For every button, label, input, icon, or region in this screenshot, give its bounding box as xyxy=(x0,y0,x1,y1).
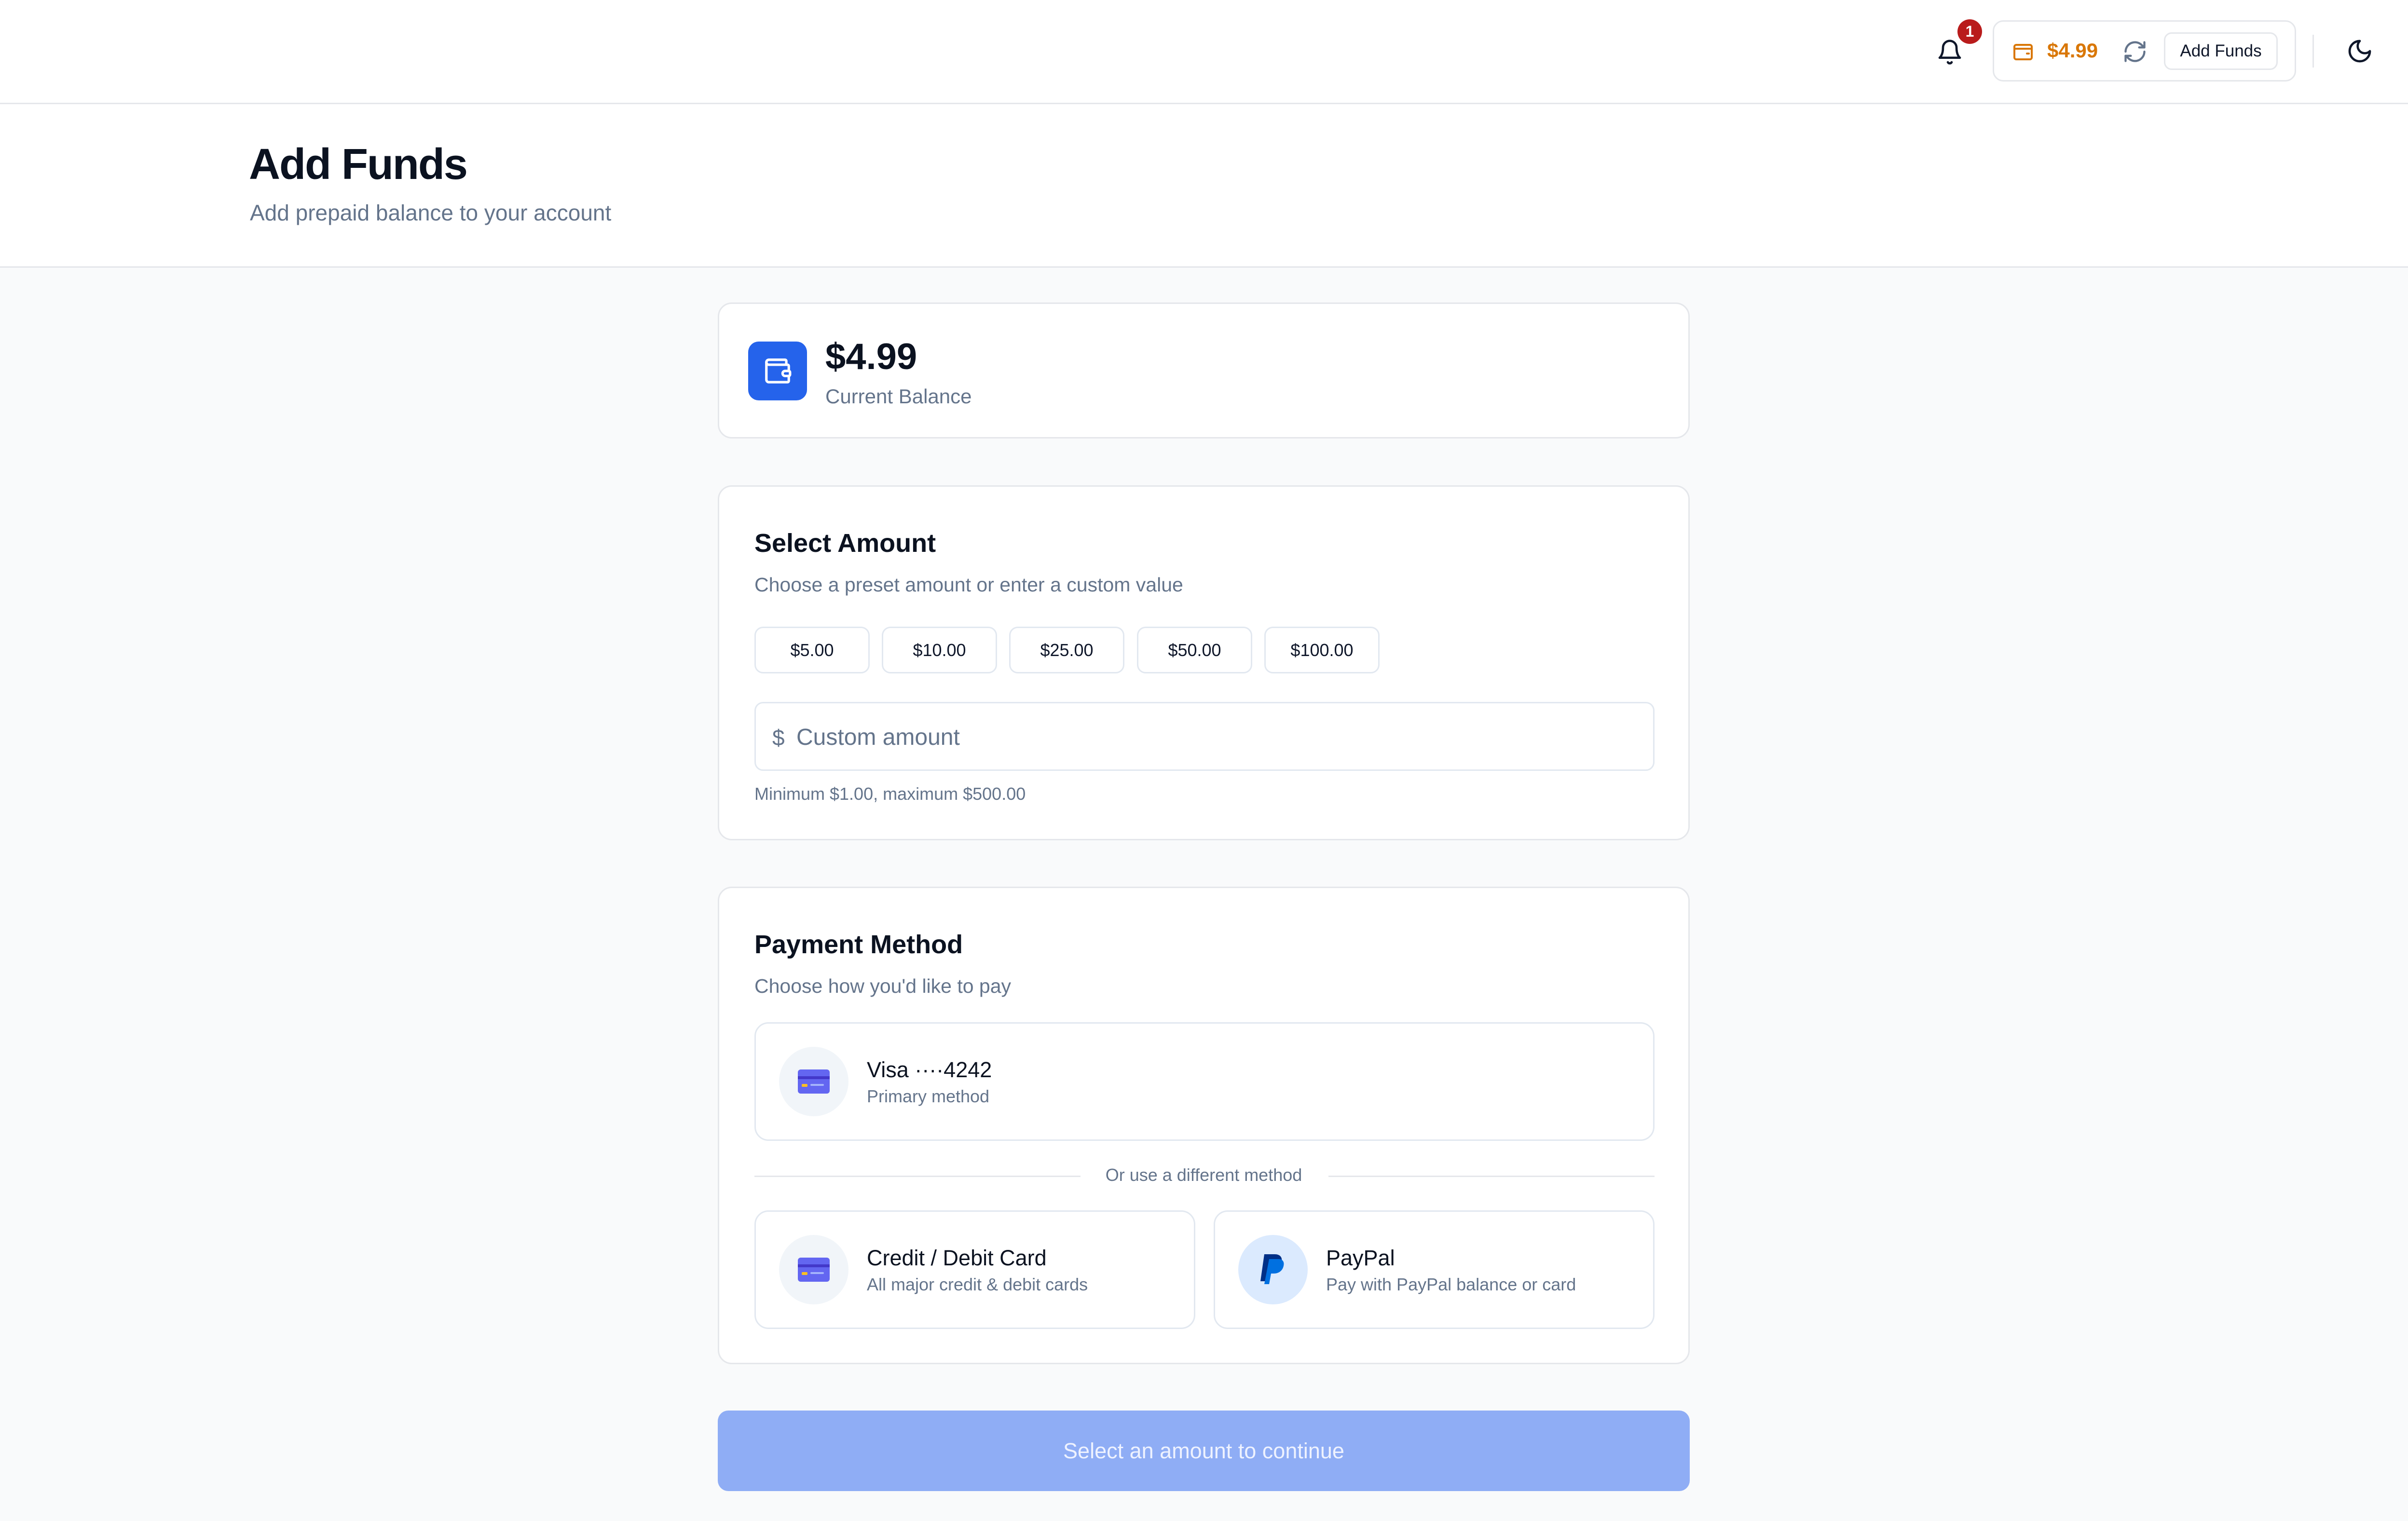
current-balance-label: Current Balance xyxy=(825,385,972,408)
topbar-add-funds-button[interactable]: Add Funds xyxy=(2164,32,2278,70)
saved-method-title: Visa ····4242 xyxy=(867,1057,992,1082)
credit-card-icon xyxy=(798,1258,830,1282)
divider-label: Or use a different method xyxy=(1089,1165,1319,1185)
preset-amount-button[interactable]: $10.00 xyxy=(882,627,997,673)
theme-toggle-button[interactable] xyxy=(2346,38,2373,65)
amount-limits-hint: Minimum $1.00, maximum $500.00 xyxy=(754,784,1026,804)
payment-method-subtitle: Choose how you'd like to pay xyxy=(754,975,1012,997)
current-balance-amount: $4.99 xyxy=(825,336,917,377)
top-bar: 1 $4.99 Add Funds xyxy=(0,0,2408,104)
select-amount-card: Select Amount Choose a preset amount or … xyxy=(718,485,1690,840)
select-amount-title: Select Amount xyxy=(754,529,936,558)
notification-count-badge: 1 xyxy=(1957,19,1982,44)
custom-amount-field[interactable]: $ xyxy=(754,702,1655,771)
select-amount-subtitle: Choose a preset amount or enter a custom… xyxy=(754,574,1183,596)
payment-method-title: Payment Method xyxy=(754,930,963,959)
card-option-title: Credit / Debit Card xyxy=(867,1246,1047,1270)
preset-amount-button[interactable]: $25.00 xyxy=(1009,627,1124,673)
payment-method-card: Payment Method Choose how you'd like to … xyxy=(718,887,1690,1364)
balance-widget: $4.99 Add Funds xyxy=(1993,20,2296,82)
card-icon-wrap xyxy=(779,1235,848,1304)
credit-card-icon xyxy=(798,1069,830,1094)
wallet-icon xyxy=(2013,44,2033,60)
preset-amount-button[interactable]: $5.00 xyxy=(754,627,870,673)
paypal-icon xyxy=(1260,1254,1284,1284)
page-title: Add Funds xyxy=(249,140,468,189)
paypal-option-subtitle: Pay with PayPal balance or card xyxy=(1326,1274,1576,1294)
saved-payment-method[interactable]: Visa ····4242 Primary method xyxy=(754,1022,1655,1141)
moon-icon xyxy=(2348,40,2371,63)
saved-method-subtitle: Primary method xyxy=(867,1086,990,1106)
saved-method-icon-wrap xyxy=(779,1047,848,1116)
page-header: Add Funds Add prepaid balance to your ac… xyxy=(0,104,2408,268)
wallet-tile xyxy=(748,342,807,400)
custom-amount-input[interactable] xyxy=(795,715,1617,759)
divider-line xyxy=(1328,1176,1655,1177)
current-balance-card: $4.99 Current Balance xyxy=(718,302,1690,438)
card-option-subtitle: All major credit & debit cards xyxy=(867,1274,1088,1294)
alternate-methods-divider: Or use a different method xyxy=(719,1165,1688,1185)
preset-amount-button[interactable]: $100.00 xyxy=(1264,627,1380,673)
continue-button[interactable]: Select an amount to continue xyxy=(718,1411,1690,1491)
page-subtitle: Add prepaid balance to your account xyxy=(250,200,612,225)
refresh-icon[interactable] xyxy=(2122,39,2148,64)
preset-amount-button[interactable]: $50.00 xyxy=(1137,627,1252,673)
notifications-button[interactable] xyxy=(1936,39,1963,66)
divider xyxy=(2312,35,2314,68)
paypal-icon-wrap xyxy=(1238,1235,1308,1304)
bell-icon xyxy=(1938,40,1961,65)
paypal-payment-option[interactable]: PayPal Pay with PayPal balance or card xyxy=(1214,1210,1655,1329)
balance-amount: $4.99 xyxy=(2047,39,2098,62)
paypal-option-title: PayPal xyxy=(1326,1246,1395,1270)
currency-symbol: $ xyxy=(772,725,785,750)
wallet-icon xyxy=(765,358,792,384)
card-payment-option[interactable]: Credit / Debit Card All major credit & d… xyxy=(754,1210,1195,1329)
